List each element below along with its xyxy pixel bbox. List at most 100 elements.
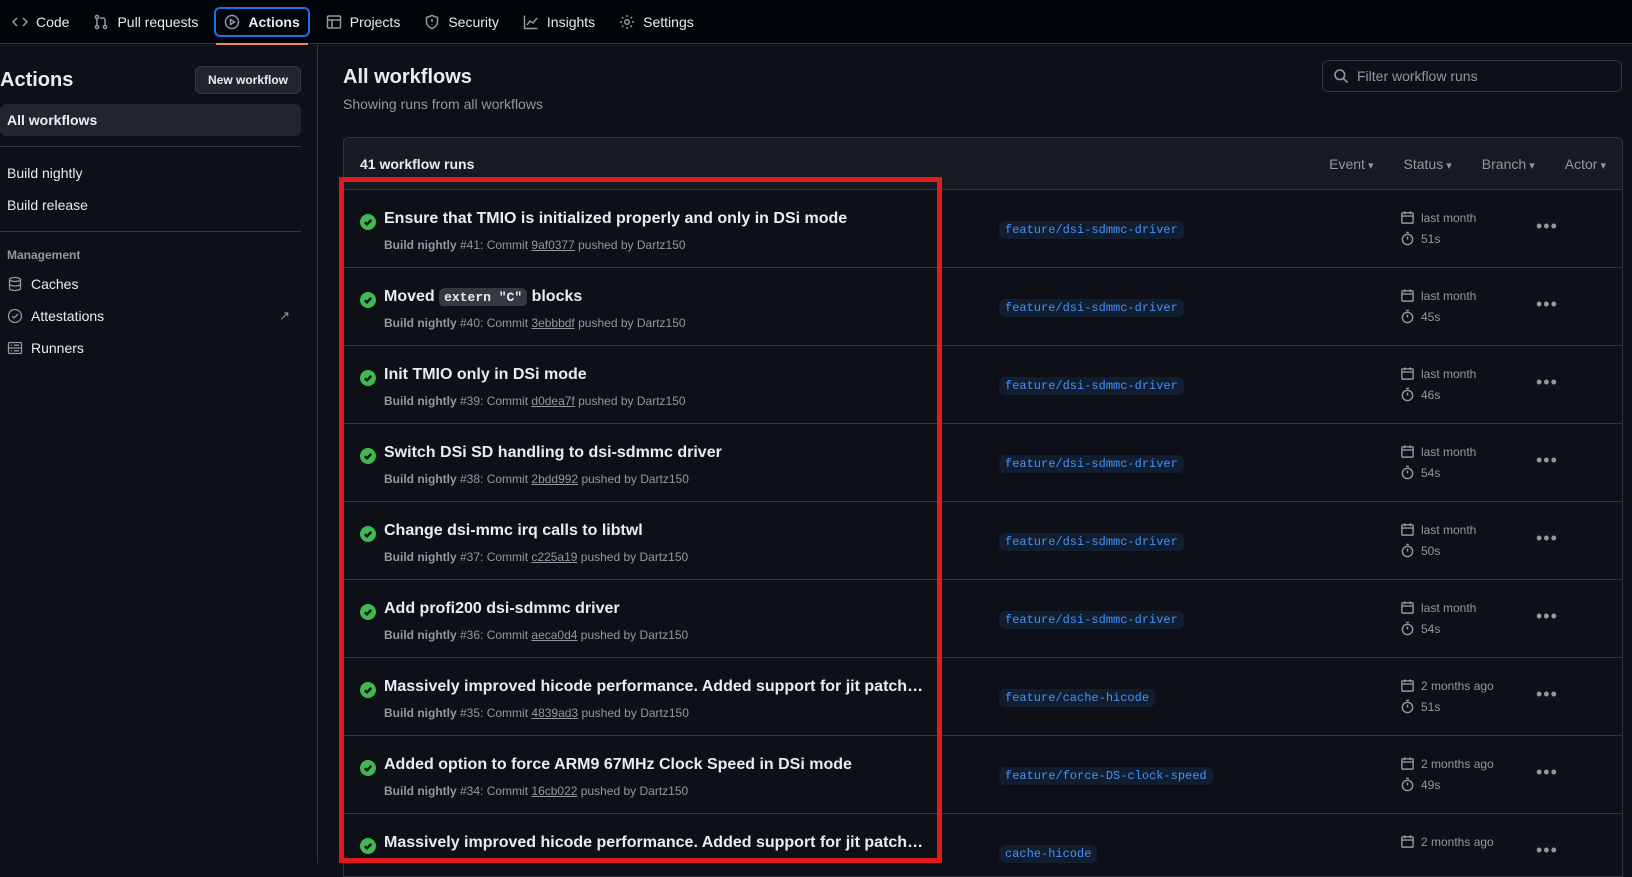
branch-label[interactable]: feature/dsi-sdmmc-driver (999, 533, 1184, 551)
commit-sha-link[interactable]: aeca0d4 (531, 628, 577, 642)
nav-insights[interactable]: Insights (515, 7, 603, 37)
kebab-menu-button[interactable]: ••• (1536, 216, 1558, 237)
runs-list: Ensure that TMIO is initialized properly… (344, 190, 1622, 876)
nav-security-label: Security (448, 13, 499, 30)
commit-sha-link[interactable]: 4839ad3 (531, 706, 578, 720)
run-duration: 45s (1421, 309, 1441, 324)
table-row[interactable]: Switch DSi SD handling to dsi-sdmmc driv… (344, 424, 1622, 502)
branch-label[interactable]: feature/cache-hicode (999, 689, 1156, 707)
run-timing: last month 51s (1400, 210, 1476, 246)
run-date: 2 months ago (1421, 834, 1494, 849)
sidebar-item-caches[interactable]: Caches (0, 268, 301, 300)
commit-sha-link[interactable]: 2bdd992 (531, 472, 578, 486)
nav-actions[interactable]: Actions (214, 6, 310, 45)
table-row[interactable]: Add profi200 dsi-sdmmc driver Build night… (344, 580, 1622, 658)
nav-settings[interactable]: Settings (611, 7, 702, 37)
nav-pull-requests-label: Pull requests (117, 13, 199, 30)
nav-pull-requests[interactable]: Pull requests (85, 7, 206, 37)
calendar-icon (1401, 835, 1414, 848)
commit-sha-link[interactable]: d0dea7f (531, 394, 574, 408)
actor-filter-dropdown[interactable]: Actor (1565, 156, 1606, 172)
run-title-text: Ensure that TMIO is initialized properly… (384, 210, 848, 227)
sidebar-item-build-release[interactable]: Build release (0, 189, 301, 221)
run-duration: 51s (1421, 231, 1441, 246)
nav-code-label: Code (36, 13, 70, 30)
commit-sha-link[interactable]: c225a19 (531, 550, 577, 564)
run-duration: 51s (1421, 699, 1441, 714)
branch-label[interactable]: feature/dsi-sdmmc-driver (999, 299, 1184, 317)
run-number: #39 (460, 394, 481, 408)
stopwatch-icon (1401, 543, 1414, 558)
run-duration: 54s (1421, 621, 1441, 636)
run-title-link[interactable]: Massively improved hicode performance. A… (384, 834, 924, 852)
run-date: last month (1421, 366, 1477, 381)
sidebar-item-build-nightly[interactable]: Build nightly (0, 157, 301, 189)
kebab-menu-button[interactable]: ••• (1536, 762, 1558, 783)
kebab-menu-button[interactable]: ••• (1536, 684, 1558, 705)
code-icon (12, 16, 28, 27)
branch-label[interactable]: feature/force-DS-clock-speed (999, 767, 1213, 785)
run-title-link[interactable]: Added option to force ARM9 67MHz Clock S… (384, 756, 924, 774)
run-title-link[interactable]: Change dsi-mmc irq calls to libtwl (384, 522, 924, 540)
new-workflow-button[interactable]: New workflow (194, 66, 301, 94)
run-date: last month (1421, 522, 1477, 537)
kebab-menu-button[interactable]: ••• (1536, 372, 1558, 393)
stopwatch-icon (1401, 777, 1414, 792)
table-row[interactable]: Moved extern "C" blocks Build nightly #40… (344, 268, 1622, 346)
calendar-icon (1401, 757, 1414, 770)
sidebar-item-attestations[interactable]: Attestations ↗ (0, 300, 301, 332)
sidebar-item-all-workflows[interactable]: All workflows (0, 104, 301, 136)
pull-request-icon (95, 14, 108, 29)
table-row[interactable]: Added option to force ARM9 67MHz Clock S… (344, 736, 1622, 814)
stopwatch-icon (1401, 231, 1414, 246)
run-workflow-name: Build nightly (384, 394, 457, 408)
run-title-link[interactable]: Moved extern "C" blocks (384, 288, 924, 306)
kebab-menu-button[interactable]: ••• (1536, 606, 1558, 627)
table-row[interactable]: Massively improved hicode performance. A… (344, 658, 1622, 736)
run-title-link[interactable]: Add profi200 dsi-sdmmc driver (384, 600, 924, 618)
table-row[interactable]: Ensure that TMIO is initialized properly… (344, 190, 1622, 268)
database-icon (8, 276, 22, 292)
table-row[interactable]: Change dsi-mmc irq calls to libtwl Build … (344, 502, 1622, 580)
status-filter-dropdown[interactable]: Status (1404, 156, 1452, 172)
filter-runs-field[interactable] (1322, 60, 1622, 92)
branch-label[interactable]: feature/dsi-sdmmc-driver (999, 221, 1184, 239)
run-meta: Build nightly #38: Commit 2bdd992 pushed… (384, 472, 689, 486)
run-duration: 46s (1421, 387, 1441, 402)
filter-runs-input[interactable] (1357, 68, 1607, 84)
run-workflow-name: Build nightly (384, 316, 457, 330)
nav-security[interactable]: Security (416, 7, 507, 37)
run-title-text: Add profi200 dsi-sdmmc driver (384, 600, 620, 617)
run-title-link[interactable]: Switch DSi SD handling to dsi-sdmmc driv… (384, 444, 924, 462)
nav-code[interactable]: Code (4, 7, 77, 37)
pushed-by-label: pushed by (580, 628, 637, 642)
runs-header: 41 workflow runs Event Status Branch Act… (344, 138, 1622, 190)
nav-projects[interactable]: Projects (318, 7, 409, 37)
branch-label[interactable]: feature/dsi-sdmmc-driver (999, 377, 1184, 395)
kebab-menu-button[interactable]: ••• (1536, 294, 1558, 315)
commit-sha-link[interactable]: 3ebbbdf (531, 316, 574, 330)
kebab-menu-button[interactable]: ••• (1536, 528, 1558, 549)
stopwatch-icon (1401, 465, 1414, 480)
run-title-link[interactable]: Init TMIO only in DSi mode (384, 366, 924, 384)
author-name: Dartz150 (640, 472, 689, 486)
sidebar-item-label: Attestations (31, 308, 105, 324)
table-row[interactable]: Massively improved hicode performance. A… (344, 814, 1622, 876)
table-row[interactable]: Init TMIO only in DSi mode Build nightly … (344, 346, 1622, 424)
sidebar-item-runners[interactable]: Runners (0, 332, 301, 364)
kebab-menu-button[interactable]: ••• (1536, 450, 1558, 471)
event-filter-dropdown[interactable]: Event (1329, 156, 1373, 172)
run-title-link[interactable]: Ensure that TMIO is initialized properly… (384, 210, 924, 228)
commit-sha-link[interactable]: 9af0377 (531, 238, 574, 252)
branch-filter-dropdown[interactable]: Branch (1482, 156, 1535, 172)
branch-label[interactable]: feature/dsi-sdmmc-driver (999, 455, 1184, 473)
branch-label[interactable]: cache-hicode (999, 845, 1098, 863)
kebab-menu-button[interactable]: ••• (1536, 840, 1558, 861)
run-date: 2 months ago (1421, 756, 1494, 771)
run-title-link[interactable]: Massively improved hicode performance. A… (384, 678, 924, 696)
commit-sha-link[interactable]: 16cb022 (531, 784, 577, 798)
stopwatch-icon (1401, 387, 1414, 402)
run-title-text: Massively improved hicode performance. A… (384, 834, 924, 851)
branch-label[interactable]: feature/dsi-sdmmc-driver (999, 611, 1184, 629)
workflow-runs-box: 41 workflow runs Event Status Branch Act… (343, 137, 1623, 877)
